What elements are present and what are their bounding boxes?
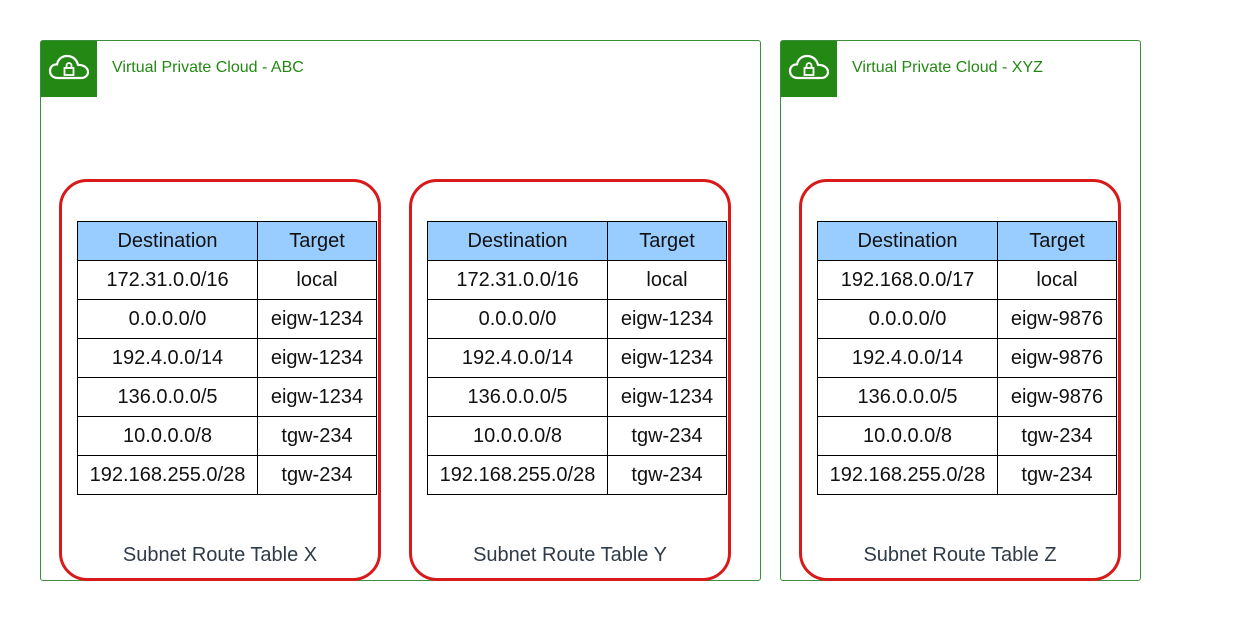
destination-cell: 10.0.0.0/8: [77, 416, 258, 456]
subnet-label: Subnet Route Table X: [122, 544, 318, 566]
table-row: 192.168.255.0/28 tgw-234: [817, 455, 1117, 495]
table-row: 136.0.0.0/5 eigw-1234: [77, 377, 377, 417]
subnet-label: Subnet Route Table Y: [473, 544, 667, 566]
destination-cell: 0.0.0.0/0: [77, 299, 258, 339]
target-cell: eigw-1234: [257, 338, 377, 378]
subnet-label: Subnet Route Table Z: [863, 544, 1057, 566]
target-cell: eigw-9876: [997, 338, 1117, 378]
target-cell: tgw-234: [257, 416, 377, 456]
route-table: Destination Target 172.31.0.0/16 local 0.…: [77, 221, 377, 495]
subnet-route-table-x: Destination Target 172.31.0.0/16 local 0.…: [59, 179, 381, 581]
destination-cell: 172.31.0.0/16: [427, 260, 608, 300]
destination-cell: 136.0.0.0/5: [427, 377, 608, 417]
destination-cell: 192.4.0.0/14: [77, 338, 258, 378]
target-cell: eigw-1234: [607, 377, 727, 417]
target-cell: eigw-1234: [257, 299, 377, 339]
destination-cell: 0.0.0.0/0: [817, 299, 998, 339]
vpc-xyz: Virtual Private Cloud - XYZ Destination …: [780, 40, 1141, 581]
table-row: 10.0.0.0/8 tgw-234: [817, 416, 1117, 456]
table-row: 10.0.0.0/8 tgw-234: [77, 416, 377, 456]
column-header-destination: Destination: [817, 221, 998, 261]
destination-cell: 192.4.0.0/14: [427, 338, 608, 378]
cloud-lock-icon: [781, 41, 837, 97]
target-cell: eigw-9876: [997, 377, 1117, 417]
table-row: 192.4.0.0/14 eigw-9876: [817, 338, 1117, 378]
destination-cell: 136.0.0.0/5: [77, 377, 258, 417]
target-cell: tgw-234: [607, 455, 727, 495]
column-header-target: Target: [257, 221, 377, 261]
destination-cell: 192.168.255.0/28: [817, 455, 998, 495]
destination-cell: 192.168.255.0/28: [77, 455, 258, 495]
vpc-title: Virtual Private Cloud - ABC: [112, 59, 304, 76]
cloud-lock-icon: [41, 41, 97, 97]
destination-cell: 0.0.0.0/0: [427, 299, 608, 339]
table-row: 192.4.0.0/14 eigw-1234: [77, 338, 377, 378]
table-row: 192.168.255.0/28 tgw-234: [427, 455, 727, 495]
subnet-route-table-z: Destination Target 192.168.0.0/17 local 0…: [799, 179, 1121, 581]
table-row: 136.0.0.0/5 eigw-9876: [817, 377, 1117, 417]
table-row: 192.168.255.0/28 tgw-234: [77, 455, 377, 495]
vpc-title: Virtual Private Cloud - XYZ: [852, 59, 1043, 76]
column-header-destination: Destination: [77, 221, 258, 261]
destination-cell: 172.31.0.0/16: [77, 260, 258, 300]
destination-cell: 136.0.0.0/5: [817, 377, 998, 417]
table-row: 0.0.0.0/0 eigw-1234: [77, 299, 377, 339]
column-header-destination: Destination: [427, 221, 608, 261]
table-header-row: Destination Target: [427, 221, 727, 261]
table-row: 192.168.0.0/17 local: [817, 260, 1117, 300]
table-header-row: Destination Target: [77, 221, 377, 261]
target-cell: tgw-234: [607, 416, 727, 456]
destination-cell: 10.0.0.0/8: [817, 416, 998, 456]
target-cell: tgw-234: [997, 416, 1117, 456]
target-cell: local: [997, 260, 1117, 300]
route-table: Destination Target 192.168.0.0/17 local 0…: [817, 221, 1117, 495]
table-header-row: Destination Target: [817, 221, 1117, 261]
target-cell: local: [607, 260, 727, 300]
table-row: 0.0.0.0/0 eigw-1234: [427, 299, 727, 339]
subnet-route-table-y: Destination Target 172.31.0.0/16 local 0.…: [409, 179, 731, 581]
table-row: 172.31.0.0/16 local: [427, 260, 727, 300]
target-cell: eigw-1234: [607, 338, 727, 378]
destination-cell: 192.4.0.0/14: [817, 338, 998, 378]
vpc-abc: Virtual Private Cloud - ABC Destination …: [40, 40, 761, 581]
target-cell: eigw-1234: [607, 299, 727, 339]
destination-cell: 192.168.0.0/17: [817, 260, 998, 300]
destination-cell: 192.168.255.0/28: [427, 455, 608, 495]
table-row: 192.4.0.0/14 eigw-1234: [427, 338, 727, 378]
target-cell: eigw-9876: [997, 299, 1117, 339]
target-cell: tgw-234: [257, 455, 377, 495]
table-row: 172.31.0.0/16 local: [77, 260, 377, 300]
destination-cell: 10.0.0.0/8: [427, 416, 608, 456]
route-table: Destination Target 172.31.0.0/16 local 0.…: [427, 221, 727, 495]
target-cell: local: [257, 260, 377, 300]
column-header-target: Target: [607, 221, 727, 261]
target-cell: tgw-234: [997, 455, 1117, 495]
target-cell: eigw-1234: [257, 377, 377, 417]
table-row: 0.0.0.0/0 eigw-9876: [817, 299, 1117, 339]
column-header-target: Target: [997, 221, 1117, 261]
table-row: 136.0.0.0/5 eigw-1234: [427, 377, 727, 417]
table-row: 10.0.0.0/8 tgw-234: [427, 416, 727, 456]
